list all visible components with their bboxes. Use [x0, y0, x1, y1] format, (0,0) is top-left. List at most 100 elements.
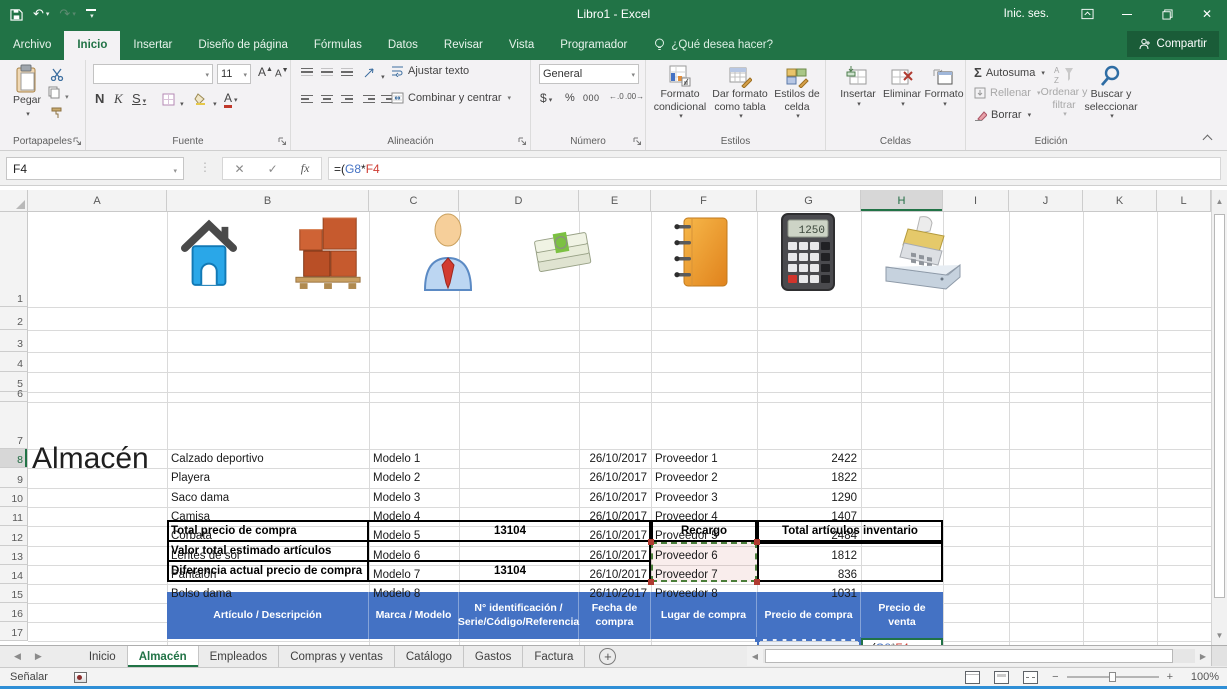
- paste-button[interactable]: Pegar: [8, 64, 46, 119]
- column-header-i[interactable]: I: [943, 190, 1009, 212]
- column-header-g[interactable]: G: [757, 190, 861, 212]
- row-header-3[interactable]: 3: [0, 330, 28, 352]
- tab-revisar[interactable]: Revisar: [431, 31, 496, 60]
- zoom-level[interactable]: 100%: [1187, 671, 1219, 683]
- column-header-k[interactable]: K: [1083, 190, 1157, 212]
- active-cell-h8-editing[interactable]: =(G8*F4: [861, 638, 943, 645]
- align-middle-icon[interactable]: [321, 66, 333, 78]
- money-icon[interactable]: [532, 225, 594, 281]
- percent-format-icon[interactable]: %: [565, 92, 575, 104]
- cell-identificacion[interactable]: [459, 526, 579, 546]
- zoom-out-icon[interactable]: −: [1052, 671, 1058, 683]
- tab-insertar[interactable]: Insertar: [120, 31, 185, 60]
- cell-lugar[interactable]: Proveedor 2: [651, 468, 757, 488]
- cell-marca[interactable]: Modelo 4: [369, 507, 459, 526]
- cell-marca[interactable]: Modelo 1: [369, 449, 459, 468]
- warehouse-boxes-icon[interactable]: [292, 212, 364, 292]
- column-header-h[interactable]: H: [861, 190, 943, 212]
- cell-precio[interactable]: 1812: [757, 546, 861, 565]
- column-header-l[interactable]: L: [1157, 190, 1211, 212]
- cell-identificacion[interactable]: [459, 468, 579, 488]
- macro-record-icon[interactable]: [74, 672, 87, 683]
- cell-fecha[interactable]: 26/10/2017: [579, 468, 651, 488]
- format-painter-icon[interactable]: [50, 106, 63, 119]
- sign-in-link[interactable]: Inic. ses.: [986, 8, 1067, 20]
- sheet-tab-empleados[interactable]: Empleados: [199, 646, 280, 667]
- cell-precio[interactable]: 2484: [757, 526, 861, 546]
- sheet-tab-catalogo[interactable]: Catálogo: [395, 646, 464, 667]
- col-header-precio-venta[interactable]: Precio de venta: [861, 592, 943, 639]
- cell-lugar[interactable]: Proveedor 5: [651, 526, 757, 546]
- cell-marca[interactable]: Modelo 8: [369, 584, 459, 603]
- horizontal-scrollbar[interactable]: ◀ ▶: [747, 646, 1211, 666]
- conditional-formatting-button[interactable]: Formato condicional: [652, 64, 708, 122]
- number-format-combo[interactable]: General: [539, 64, 639, 84]
- cell-precio[interactable]: 1290: [757, 488, 861, 507]
- zoom-in-icon[interactable]: +: [1167, 671, 1173, 683]
- column-header-f[interactable]: F: [651, 190, 757, 212]
- autosum-button[interactable]: Σ Autosuma: [974, 65, 1045, 80]
- sheet-nav-right-icon[interactable]: ▶: [35, 651, 42, 662]
- cell-marca[interactable]: Modelo 2: [369, 468, 459, 488]
- insert-cells-button[interactable]: Insertar: [838, 64, 878, 109]
- calculator-icon[interactable]: 1250: [778, 212, 838, 292]
- clear-button[interactable]: Borrar: [974, 109, 1031, 121]
- align-left-icon[interactable]: [301, 93, 313, 105]
- cell-lugar[interactable]: Proveedor 8: [651, 584, 757, 603]
- comma-format-icon[interactable]: 000: [583, 93, 600, 103]
- cell-styles-button[interactable]: Estilos de celda: [772, 64, 822, 122]
- cell-fecha[interactable]: 26/10/2017: [579, 507, 651, 526]
- cell-fecha[interactable]: 26/10/2017: [579, 449, 651, 468]
- cell-articulo[interactable]: Corbata: [167, 526, 369, 546]
- tab-formulas[interactable]: Fórmulas: [301, 31, 375, 60]
- cell-articulo[interactable]: Lentes de sol: [167, 546, 369, 565]
- confirm-entry-icon[interactable]: ✓: [268, 162, 278, 176]
- tab-programador[interactable]: Programador: [547, 31, 640, 60]
- customize-qat-icon[interactable]: [86, 9, 96, 20]
- cell-identificacion[interactable]: [459, 488, 579, 507]
- cell-articulo[interactable]: Camisa: [167, 507, 369, 526]
- share-button[interactable]: Compartir: [1127, 31, 1219, 57]
- cell-precio[interactable]: 1407: [757, 507, 861, 526]
- row-header-17[interactable]: 17: [0, 622, 28, 641]
- column-header-e[interactable]: E: [579, 190, 651, 212]
- scroll-right-icon[interactable]: ▶: [1195, 652, 1211, 661]
- decrease-indent-icon[interactable]: [363, 93, 375, 105]
- cell-articulo[interactable]: Bolso dama: [167, 584, 369, 603]
- align-center-icon[interactable]: [321, 93, 333, 105]
- paste-dropdown-icon[interactable]: [24, 107, 30, 120]
- zoom-slider-handle[interactable]: [1109, 672, 1116, 682]
- row-header-15[interactable]: 15: [0, 584, 28, 603]
- cancel-entry-icon[interactable]: ✕: [235, 162, 245, 176]
- cell-articulo[interactable]: Playera: [167, 468, 369, 488]
- cell-precio[interactable]: 836: [757, 565, 861, 584]
- font-color-icon[interactable]: A: [224, 91, 238, 105]
- cell-identificacion[interactable]: [459, 584, 579, 603]
- cell-identificacion[interactable]: [459, 565, 579, 584]
- format-as-table-button[interactable]: Dar formato como tabla: [710, 64, 770, 122]
- tab-vista[interactable]: Vista: [496, 31, 547, 60]
- font-name-combo[interactable]: [93, 64, 213, 84]
- row-header-12[interactable]: 12: [0, 526, 28, 546]
- bold-button[interactable]: N: [95, 91, 104, 106]
- align-right-icon[interactable]: [341, 93, 353, 105]
- redo-button[interactable]: ↷: [59, 6, 75, 22]
- cell-identificacion[interactable]: [459, 546, 579, 565]
- undo-button[interactable]: ↶: [33, 6, 49, 22]
- select-all-corner[interactable]: [0, 190, 28, 212]
- cell-fecha[interactable]: 26/10/2017: [579, 584, 651, 603]
- underline-button[interactable]: S: [132, 91, 146, 106]
- decrease-decimal-icon[interactable]: .00→: [625, 92, 644, 101]
- column-header-j[interactable]: J: [1009, 190, 1083, 212]
- tab-archivo[interactable]: Archivo: [0, 31, 64, 60]
- copy-icon[interactable]: [48, 86, 69, 102]
- home-icon[interactable]: [180, 213, 238, 291]
- currency-format-icon[interactable]: $: [540, 91, 552, 105]
- new-sheet-button[interactable]: [599, 648, 616, 665]
- view-page-layout-icon[interactable]: [994, 671, 1009, 684]
- delete-cells-button[interactable]: Eliminar: [882, 64, 922, 109]
- cell-fecha[interactable]: 26/10/2017: [579, 526, 651, 546]
- vertical-scrollbar[interactable]: ▲ ▼: [1211, 190, 1227, 645]
- cell-fecha[interactable]: 26/10/2017: [579, 546, 651, 565]
- find-select-button[interactable]: Buscar y seleccionar: [1086, 64, 1136, 122]
